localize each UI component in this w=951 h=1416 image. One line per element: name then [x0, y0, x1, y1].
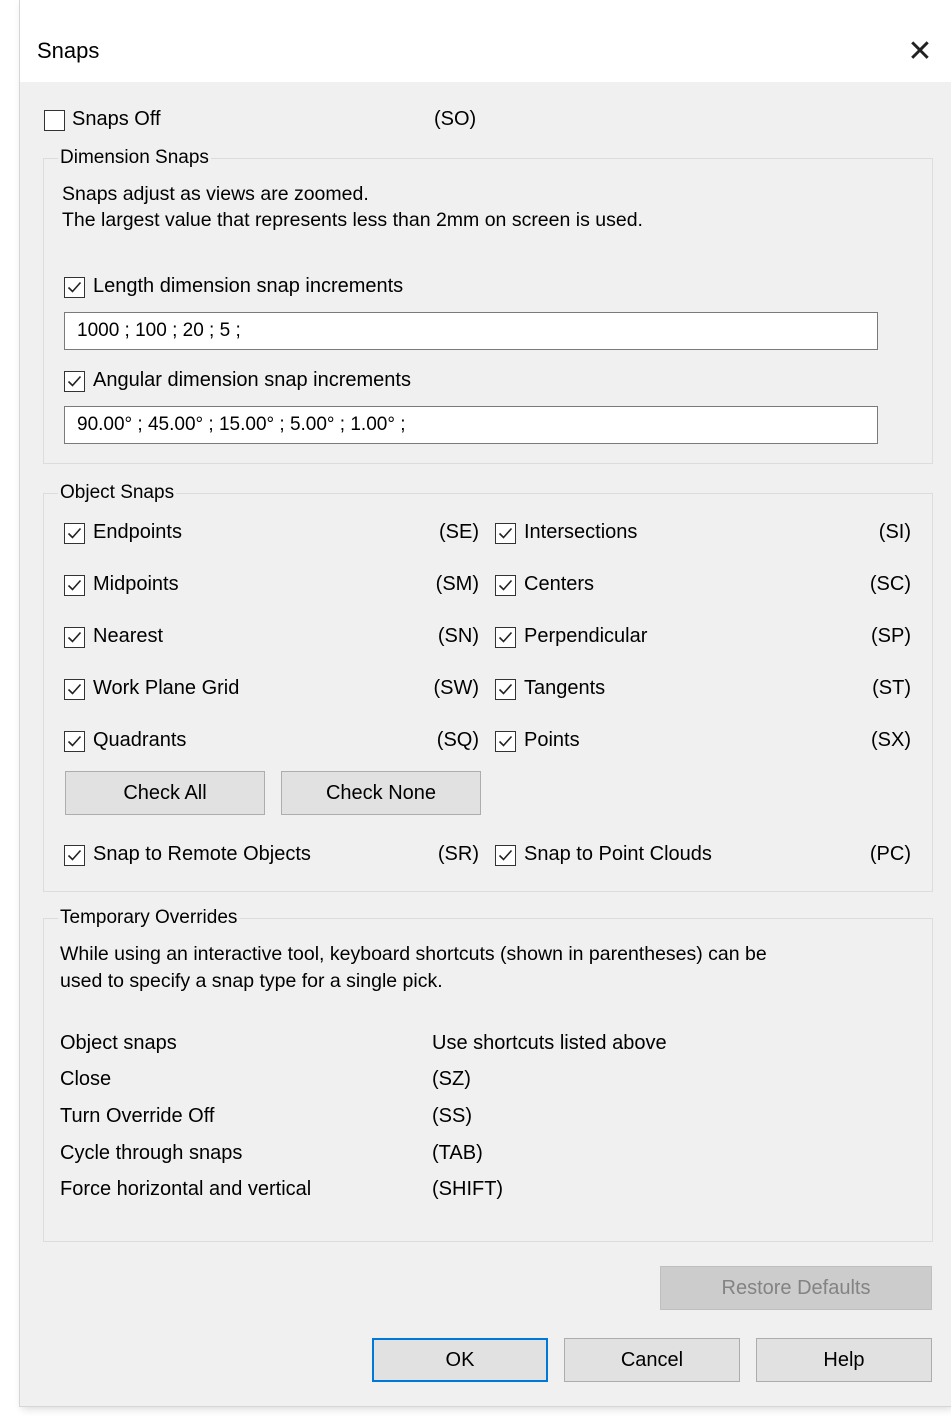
- checkmark-icon: [67, 527, 82, 539]
- perpendicular-shortcut: (SP): [871, 625, 911, 647]
- point-clouds-checkbox[interactable]: [495, 845, 516, 866]
- intersections-shortcut: (SI): [878, 521, 911, 543]
- dimension-snaps-info-2: The largest value that represents less t…: [62, 209, 643, 231]
- checkmark-icon: [498, 849, 513, 861]
- snaps-off-label[interactable]: Snaps Off: [72, 108, 161, 131]
- snaps-dialog: Snaps ✕ Snaps Off (SO) Dimension Snaps S…: [20, 0, 951, 1406]
- checkmark-icon: [498, 527, 513, 539]
- remote-objects-label[interactable]: Snap to Remote Objects: [93, 843, 311, 866]
- overrides-info-1: While using an interactive tool, keyboar…: [60, 943, 767, 965]
- tangents-label[interactable]: Tangents: [524, 677, 605, 700]
- check-none-button[interactable]: Check None: [281, 771, 481, 815]
- intersections-label[interactable]: Intersections: [524, 521, 637, 544]
- temporary-overrides-title: Temporary Overrides: [58, 907, 240, 929]
- points-checkbox[interactable]: [495, 731, 516, 752]
- checkmark-icon: [498, 735, 513, 747]
- checkmark-icon: [67, 631, 82, 643]
- override-value-force: (SHIFT): [432, 1178, 504, 1200]
- endpoints-label[interactable]: Endpoints: [93, 521, 182, 544]
- work-plane-grid-shortcut: (SW): [433, 677, 479, 699]
- tangents-checkbox[interactable]: [495, 679, 516, 700]
- checkmark-icon: [498, 579, 513, 591]
- tangents-shortcut: (ST): [872, 677, 911, 699]
- midpoints-checkbox[interactable]: [64, 575, 85, 596]
- length-increments-input[interactable]: 1000 ; 100 ; 20 ; 5 ;: [64, 312, 878, 350]
- dimension-snaps-info-1: Snaps adjust as views are zoomed.: [62, 183, 369, 205]
- perpendicular-label[interactable]: Perpendicular: [524, 625, 647, 648]
- intersections-checkbox[interactable]: [495, 523, 516, 544]
- midpoints-label[interactable]: Midpoints: [93, 573, 179, 596]
- checkmark-icon: [67, 683, 82, 695]
- override-value-object-snaps: Use shortcuts listed above: [432, 1032, 667, 1054]
- override-value-cycle: (TAB): [432, 1142, 483, 1164]
- centers-label[interactable]: Centers: [524, 573, 594, 596]
- object-snaps-title: Object Snaps: [58, 482, 177, 504]
- angular-increments-input[interactable]: 90.00° ; 45.00° ; 15.00° ; 5.00° ; 1.00°…: [64, 406, 878, 444]
- override-value-close: (SZ): [432, 1068, 471, 1090]
- checkmark-icon: [67, 579, 82, 591]
- centers-shortcut: (SC): [869, 573, 911, 595]
- centers-checkbox[interactable]: [495, 575, 516, 596]
- override-name-turn-off: Turn Override Off: [60, 1105, 215, 1127]
- endpoints-shortcut: (SE): [439, 521, 479, 543]
- snaps-off-shortcut: (SO): [434, 108, 477, 130]
- check-all-button[interactable]: Check All: [65, 771, 265, 815]
- nearest-shortcut: (SN): [437, 625, 479, 647]
- close-icon[interactable]: ✕: [898, 32, 942, 72]
- remote-objects-shortcut: (SR): [437, 843, 479, 865]
- override-name-force: Force horizontal and vertical: [60, 1178, 312, 1200]
- nearest-label[interactable]: Nearest: [93, 625, 163, 648]
- dialog-title: Snaps: [37, 38, 100, 63]
- point-clouds-label[interactable]: Snap to Point Clouds: [524, 843, 712, 866]
- checkmark-icon: [67, 281, 82, 293]
- override-value-turn-off: (SS): [432, 1105, 472, 1127]
- dimension-snaps-title: Dimension Snaps: [58, 147, 211, 169]
- points-label[interactable]: Points: [524, 729, 580, 752]
- checkmark-icon: [67, 849, 82, 861]
- overrides-info-2: used to specify a snap type for a single…: [60, 970, 443, 992]
- checkmark-icon: [67, 735, 82, 747]
- override-name-close: Close: [60, 1068, 112, 1090]
- override-name-object-snaps: Object snaps: [60, 1032, 177, 1054]
- cancel-button[interactable]: Cancel: [564, 1338, 740, 1382]
- ok-button[interactable]: OK: [372, 1338, 548, 1382]
- points-shortcut: (SX): [871, 729, 911, 751]
- remote-objects-checkbox[interactable]: [64, 845, 85, 866]
- checkmark-icon: [67, 375, 82, 387]
- midpoints-shortcut: (SM): [435, 573, 479, 595]
- snaps-off-checkbox[interactable]: [44, 110, 65, 131]
- angular-snap-label[interactable]: Angular dimension snap increments: [93, 369, 411, 392]
- override-name-cycle: Cycle through snaps: [60, 1142, 243, 1164]
- restore-defaults-button[interactable]: Restore Defaults: [660, 1266, 932, 1310]
- work-plane-grid-checkbox[interactable]: [64, 679, 85, 700]
- quadrants-shortcut: (SQ): [436, 729, 479, 751]
- checkmark-icon: [498, 631, 513, 643]
- quadrants-checkbox[interactable]: [64, 731, 85, 752]
- perpendicular-checkbox[interactable]: [495, 627, 516, 648]
- nearest-checkbox[interactable]: [64, 627, 85, 648]
- length-snap-checkbox[interactable]: [64, 277, 85, 298]
- length-snap-label[interactable]: Length dimension snap increments: [93, 275, 403, 298]
- work-plane-grid-label[interactable]: Work Plane Grid: [93, 677, 239, 700]
- help-button[interactable]: Help: [756, 1338, 932, 1382]
- point-clouds-shortcut: (PC): [869, 843, 911, 865]
- angular-snap-checkbox[interactable]: [64, 371, 85, 392]
- endpoints-checkbox[interactable]: [64, 523, 85, 544]
- quadrants-label[interactable]: Quadrants: [93, 729, 186, 752]
- title-bar: Snaps ✕: [20, 0, 951, 82]
- checkmark-icon: [498, 683, 513, 695]
